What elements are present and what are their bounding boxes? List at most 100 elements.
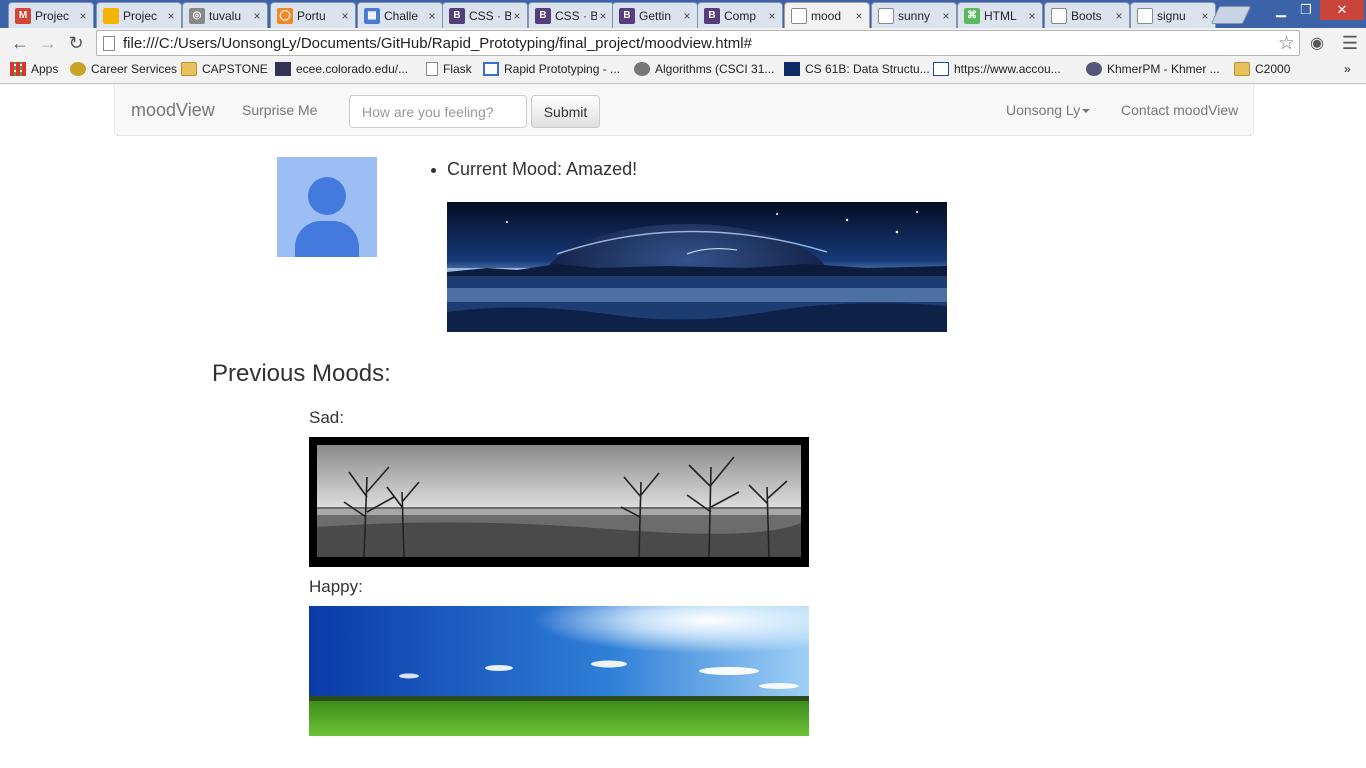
page-icon	[426, 62, 438, 76]
tab-label: sunny	[898, 8, 931, 23]
amazed-mood-image	[447, 202, 947, 332]
eecs-icon	[784, 62, 800, 76]
tab-close-icon[interactable]: ×	[165, 9, 177, 23]
address-bar[interactable]: file:///C:/Users/UonsongLy/Documents/Git…	[96, 30, 1300, 56]
tab-11[interactable]: ⌘ HTML ×	[957, 2, 1043, 28]
tab-0[interactable]: M Projec ×	[8, 2, 94, 28]
sad-mood-image	[309, 437, 809, 567]
tab-7[interactable]: B Gettin ×	[612, 2, 698, 28]
bookmark-item[interactable]: KhmerPM - Khmer ...	[1086, 62, 1220, 76]
bootstrap-icon: B	[619, 7, 635, 24]
tab-3[interactable]: ◯ Portu ×	[270, 2, 356, 28]
tab-10[interactable]: sunny ×	[871, 2, 957, 28]
tab-close-icon[interactable]: ×	[1199, 9, 1211, 23]
page-icon	[1137, 7, 1153, 24]
bookmark-label: Rapid Prototyping - ...	[504, 62, 621, 76]
reload-icon[interactable]: ↻	[64, 31, 88, 55]
browser-toolbar: ← → ↻ file:///C:/Users/UonsongLy/Documen…	[0, 28, 1366, 58]
extension-icon[interactable]: ◉	[1305, 31, 1329, 55]
forward-icon[interactable]: →	[36, 31, 60, 55]
tab-label: Boots	[1071, 8, 1102, 23]
bookmark-item[interactable]: C2000	[1234, 62, 1290, 76]
tab-close-icon[interactable]: ×	[766, 9, 778, 23]
bookmark-item[interactable]: Apps	[10, 62, 58, 76]
tab-13[interactable]: signu ×	[1130, 2, 1216, 28]
mood-search-input[interactable]	[349, 95, 527, 128]
tab-close-icon[interactable]: ×	[426, 9, 438, 23]
bootstrap-icon: B	[535, 7, 551, 24]
back-icon[interactable]: ←	[8, 31, 32, 55]
avatar-head	[308, 177, 346, 215]
close-window-button[interactable]: ✕	[1320, 0, 1364, 20]
page-icon	[878, 7, 894, 24]
bookmark-label: C2000	[1255, 62, 1291, 76]
tab-2[interactable]: ◎ tuvalu ×	[182, 2, 268, 28]
tab-9[interactable]: mood ×	[784, 2, 870, 28]
bookmark-label: https://www.accou...	[954, 62, 1061, 76]
tab-1[interactable]: Projec ×	[96, 2, 182, 28]
happy-mood-image	[309, 606, 809, 736]
contact-link[interactable]: Contact moodView	[1121, 102, 1238, 118]
tab-label: Projec	[123, 8, 158, 23]
tab-label: Challe	[384, 8, 419, 23]
tab-6[interactable]: B CSS · B ×	[528, 2, 614, 28]
bookmark-item[interactable]: CS 61B: Data Structu...	[784, 62, 930, 76]
folder-icon	[181, 62, 197, 76]
tab-close-icon[interactable]: ×	[251, 9, 263, 23]
new-tab-button[interactable]	[1210, 6, 1252, 24]
page-icon	[791, 7, 807, 24]
tab-12[interactable]: Boots ×	[1044, 2, 1130, 28]
restore-icon[interactable]: ❐	[1294, 0, 1318, 20]
minimize-icon[interactable]: ▁	[1268, 0, 1294, 20]
tab-close-icon[interactable]: ×	[1026, 9, 1038, 23]
bookmark-label: Apps	[31, 62, 59, 76]
tab-close-icon[interactable]: ×	[511, 9, 523, 23]
tab-close-icon[interactable]: ×	[339, 9, 351, 23]
bookmark-label: CAPSTONE	[202, 62, 268, 76]
top-navbar: moodView Surprise Me Submit Uonsong Ly C…	[114, 85, 1254, 136]
bookmark-item[interactable]: Career Services	[70, 62, 177, 76]
avatar-body	[295, 221, 359, 257]
page-icon	[103, 35, 115, 51]
bookmark-item[interactable]: Flask	[426, 62, 472, 76]
previous-moods-heading: Previous Moods:	[212, 360, 391, 387]
user-dropdown[interactable]: Uonsong Ly	[1006, 102, 1091, 118]
tab-close-icon[interactable]: ×	[77, 9, 89, 23]
bootstrap-icon: B	[449, 7, 465, 24]
bookmark-item[interactable]: Rapid Prototyping - ...	[483, 62, 620, 76]
bookmark-item[interactable]: https://www.accou...	[933, 62, 1061, 76]
sad-label: Sad:	[309, 408, 344, 427]
surprise-me-link[interactable]: Surprise Me	[242, 102, 317, 118]
tab-label: signu	[1157, 8, 1186, 23]
tab-close-icon[interactable]: ×	[597, 9, 609, 23]
bookmark-star-icon[interactable]: ☆	[1278, 32, 1295, 55]
url-text: file:///C:/Users/UonsongLy/Documents/Git…	[123, 34, 752, 52]
menu-icon[interactable]: ☰	[1338, 31, 1362, 55]
submit-button[interactable]: Submit	[531, 95, 600, 128]
tab-label: Gettin	[639, 8, 672, 23]
tab-4[interactable]: ▦ Challe ×	[357, 2, 443, 28]
current-mood-text: Current Mood: Amazed!	[447, 159, 638, 179]
apps-icon	[10, 62, 26, 76]
bookmark-label: Career Services	[91, 62, 178, 76]
citi-icon	[933, 62, 949, 76]
tab-5[interactable]: B CSS · B ×	[442, 2, 528, 28]
tab-strip: M Projec × Projec × ◎ tuvalu × ◯ Portu × ▦ Challe × B C…	[0, 0, 1366, 28]
bookmark-item[interactable]: Algorithms (CSCI 31...	[634, 62, 774, 76]
page-icon	[1051, 7, 1067, 24]
tab-close-icon[interactable]: ×	[853, 9, 865, 23]
bookmark-item[interactable]: CAPSTONE	[181, 62, 268, 76]
tab-label: CSS · B	[555, 8, 597, 23]
bookmarks-overflow-icon[interactable]: »	[1344, 62, 1351, 76]
bookmark-label: Algorithms (CSCI 31...	[655, 62, 775, 76]
bookmark-label: Flask	[443, 62, 472, 76]
tab-close-icon[interactable]: ×	[940, 9, 952, 23]
tab-close-icon[interactable]: ×	[681, 9, 693, 23]
bootstrap-icon: B	[704, 7, 720, 24]
bookmark-label: ecee.colorado.edu/...	[296, 62, 409, 76]
tab-close-icon[interactable]: ×	[1113, 9, 1125, 23]
bookmark-item[interactable]: ecee.colorado.edu/...	[275, 62, 408, 76]
tab-8[interactable]: B Comp ×	[697, 2, 783, 28]
happy-scene	[309, 606, 809, 736]
brand-link[interactable]: moodView	[131, 100, 215, 121]
